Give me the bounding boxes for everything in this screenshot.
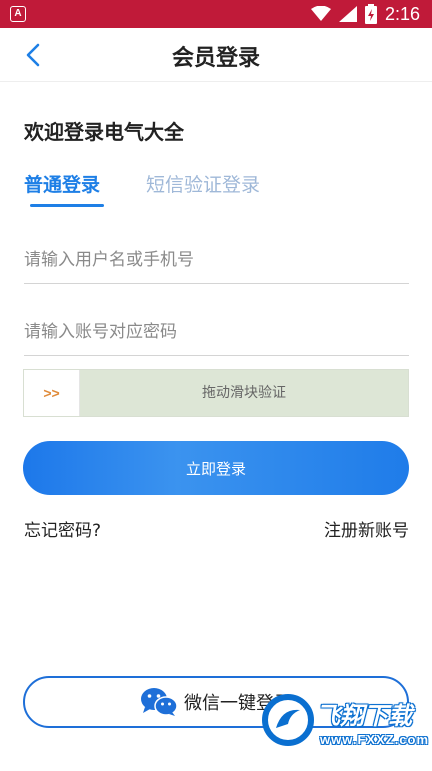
register-link[interactable]: 注册新账号 xyxy=(324,516,409,541)
watermark-logo-icon xyxy=(262,694,314,746)
welcome-heading: 欢迎登录电气大全 xyxy=(24,120,184,144)
page-title: 会员登录 xyxy=(171,46,260,71)
tab-sms-login[interactable]: 短信验证登录 xyxy=(146,170,260,197)
tab-normal-login[interactable]: 普通登录 xyxy=(24,170,100,197)
username-input[interactable] xyxy=(24,236,409,283)
header: 会员登录 xyxy=(0,28,432,82)
watermark: 飞翔下载 www.FXXZ.com xyxy=(262,690,432,771)
status-bar: A 2:16 xyxy=(0,0,432,28)
status-time: 2:16 xyxy=(384,3,420,24)
password-input[interactable] xyxy=(24,308,409,355)
wechat-icon xyxy=(141,688,178,716)
login-button[interactable]: 立即登录 xyxy=(23,441,409,495)
username-field-wrapper xyxy=(24,236,409,284)
slider-captcha: >> 拖动滑块验证 xyxy=(23,369,409,417)
battery-icon xyxy=(364,4,377,24)
app-notification-icon: A xyxy=(10,6,26,22)
slider-handle[interactable]: >> xyxy=(24,370,80,416)
slider-hint: 拖动滑块验证 xyxy=(202,385,286,401)
status-icons: 2:16 xyxy=(310,0,420,28)
password-field-wrapper xyxy=(24,308,409,356)
forgot-password-link[interactable]: 忘记密码? xyxy=(24,516,101,541)
signal-icon xyxy=(338,6,357,22)
watermark-title: 飞翔下载 xyxy=(316,702,412,730)
active-tab-indicator xyxy=(30,204,104,207)
watermark-url: www.FXXZ.com xyxy=(320,732,430,747)
login-page: A 2:16 会员登录 欢迎登录电气大全 普通登录 短信验证登录 请输入用户名或… xyxy=(0,0,432,771)
wifi-icon xyxy=(310,6,331,21)
